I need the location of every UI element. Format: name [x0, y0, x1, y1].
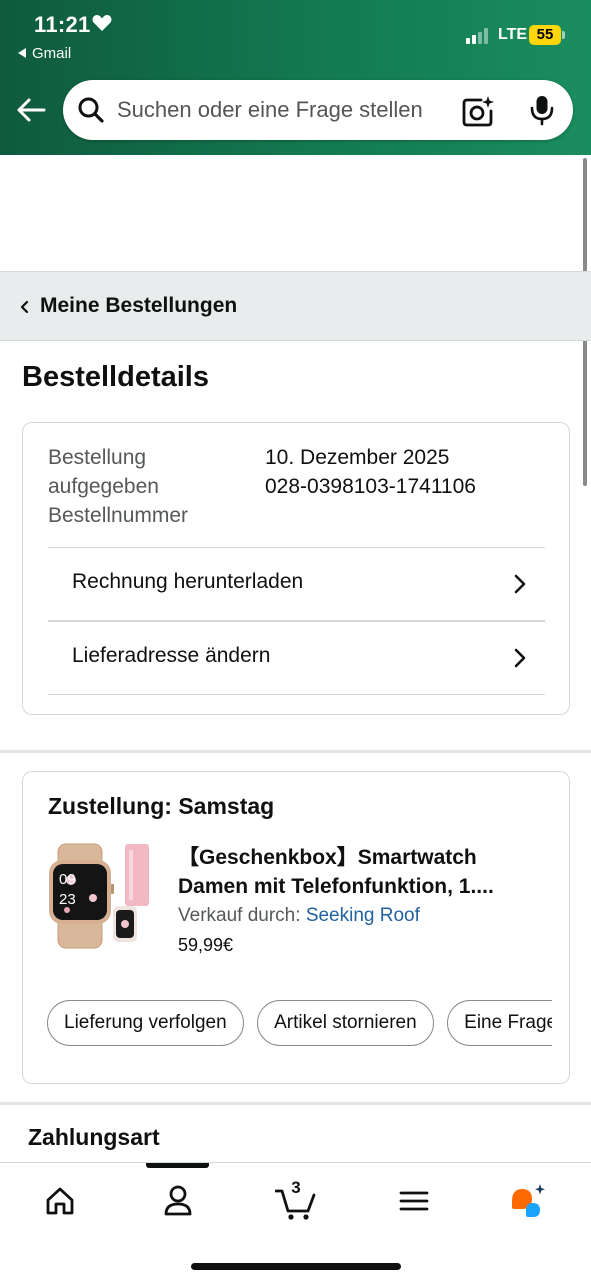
seller-info: Verkauf durch: Seeking Roof [178, 905, 420, 927]
order-date-label-line2: aufgegeben [48, 475, 159, 498]
section-divider [0, 750, 591, 753]
product-image[interactable]: 09 23 [45, 840, 157, 952]
order-date-label-line1: Bestellung [48, 446, 147, 469]
change-address-link[interactable]: Lieferadresse ändern [48, 620, 545, 694]
search-input[interactable] [117, 80, 447, 140]
delivery-heading: Zustellung: Samstag [48, 793, 275, 819]
home-icon[interactable] [40, 1181, 80, 1221]
microphone-icon[interactable] [529, 94, 555, 126]
product-title-line2: Damen mit Telefonfunktion, 1.... [178, 875, 494, 898]
app-header: 11:21 Gmail LTE 55 [0, 0, 591, 155]
download-invoice-link[interactable]: Rechnung herunterladen [48, 547, 545, 621]
seller-prefix: Verkauf durch: [178, 905, 301, 926]
search-icon [78, 97, 104, 123]
delivery-actions-row[interactable]: Lieferung verfolgen Artikel stornieren E… [47, 1000, 552, 1048]
seller-link[interactable]: Seeking Roof [306, 905, 420, 926]
page-title: Bestelldetails [22, 361, 209, 393]
menu-icon[interactable] [394, 1181, 434, 1221]
bottom-navigation: 3 [0, 1162, 591, 1280]
battery-icon: 55 [529, 25, 561, 45]
delivery-card: Zustellung: Samstag 09 23 【Geschenkbox】S… [22, 771, 570, 1084]
network-type: LTE [498, 26, 528, 43]
watch-minute-text: 23 [59, 891, 76, 908]
product-price: 59,99€ [178, 935, 234, 955]
product-title[interactable]: 【Geschenkbox】Smartwatch Damen mit Telefo… [178, 843, 548, 901]
row-divider [48, 694, 545, 695]
cart-button[interactable]: 3 [275, 1178, 319, 1221]
cancel-item-button[interactable]: Artikel stornieren [257, 1000, 434, 1046]
section-divider [0, 1102, 591, 1105]
order-info-card: Bestellung aufgegeben Bestellnummer 10. … [22, 422, 570, 715]
cart-count: 3 [291, 1178, 301, 1197]
back-to-app-link[interactable]: Gmail [18, 45, 71, 62]
signal-strength-icon [466, 28, 492, 44]
watch-hour-text: 09 [59, 871, 76, 888]
chevron-left-icon [20, 300, 29, 314]
back-app-label: Gmail [32, 45, 72, 62]
chevron-right-icon [514, 574, 526, 594]
breadcrumb[interactable]: Meine Bestellungen [0, 271, 591, 341]
track-package-button[interactable]: Lieferung verfolgen [47, 1000, 244, 1046]
breadcrumb-label: Meine Bestellungen [40, 294, 238, 317]
product-title-line1: 【Geschenkbox】Smartwatch [178, 846, 477, 869]
camera-lens-icon[interactable] [461, 94, 495, 128]
order-number-value: 028-0398103-1741106 [265, 475, 476, 498]
battery-tip [562, 31, 565, 39]
order-date-value: 10. Dezember 2025 [265, 446, 450, 469]
search-bar[interactable] [63, 80, 573, 140]
heart-icon [92, 15, 112, 31]
ask-product-question-button[interactable]: Eine Frage zum Produkt stellen [447, 1000, 552, 1046]
change-address-label: Lieferadresse ändern [72, 644, 271, 667]
back-arrow-icon[interactable] [14, 92, 50, 128]
account-icon[interactable] [158, 1181, 198, 1221]
active-tab-indicator [146, 1163, 209, 1168]
rufus-assistant-icon[interactable] [508, 1181, 548, 1221]
chevron-right-icon [514, 648, 526, 668]
payment-section-title: Zahlungsart [28, 1124, 160, 1150]
home-indicator[interactable] [191, 1263, 401, 1270]
status-time: 11:21 [34, 12, 91, 37]
order-number-label: Bestellnummer [48, 504, 189, 527]
back-triangle-icon [18, 48, 26, 58]
download-invoice-label: Rechnung herunterladen [72, 570, 304, 593]
